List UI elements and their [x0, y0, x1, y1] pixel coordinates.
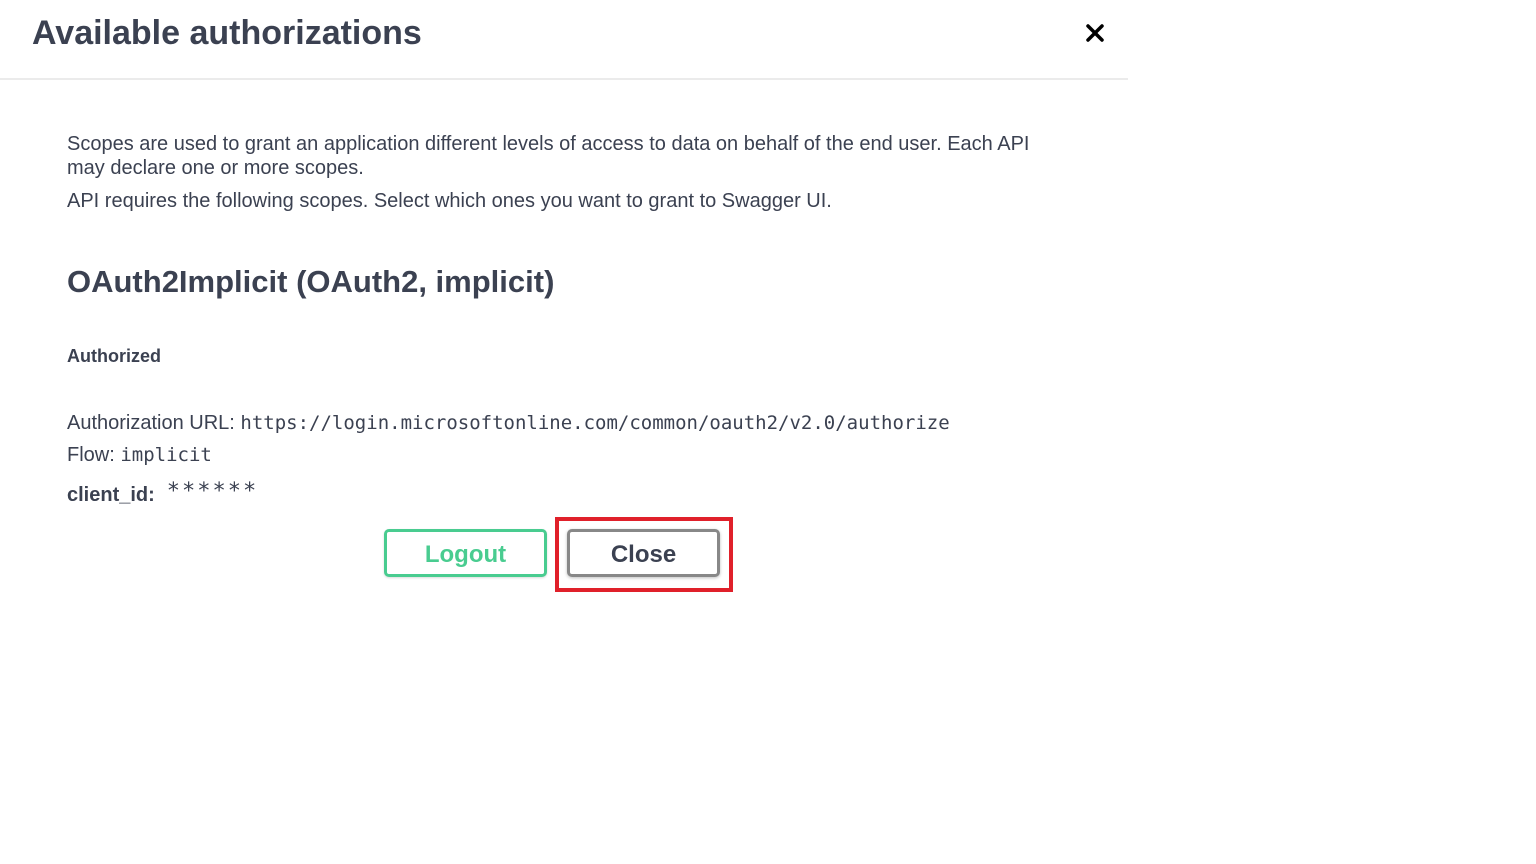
modal-header: Available authorizations	[0, 0, 1128, 80]
client-id-label: client_id:	[67, 484, 155, 506]
authorized-status: Authorized	[67, 346, 161, 366]
logout-button[interactable]: Logout	[384, 529, 547, 577]
modal-title: Available authorizations	[32, 14, 422, 52]
close-button[interactable]: Close	[567, 529, 720, 577]
authorization-url-row: Authorization URL: https://login.microso…	[67, 412, 950, 435]
flow-value: implicit	[120, 444, 212, 466]
flow-row: Flow: implicit	[67, 444, 212, 467]
scopes-requirement: API requires the following scopes. Selec…	[67, 190, 832, 212]
scopes-description: Scopes are used to grant an application …	[67, 133, 1030, 179]
client-id-value: ******	[166, 479, 259, 504]
authorization-url-label: Authorization URL:	[67, 412, 241, 434]
close-x-icon[interactable]	[1078, 16, 1112, 50]
client-id-row: client_id: ******	[67, 479, 259, 507]
flow-label: Flow:	[67, 444, 121, 466]
authorization-modal: Available authorizations Scopes are used…	[0, 0, 1128, 864]
auth-scheme-title: OAuth2Implicit (OAuth2, implicit)	[67, 264, 555, 299]
authorization-url-value: https://login.microsoftonline.com/common…	[240, 412, 950, 434]
